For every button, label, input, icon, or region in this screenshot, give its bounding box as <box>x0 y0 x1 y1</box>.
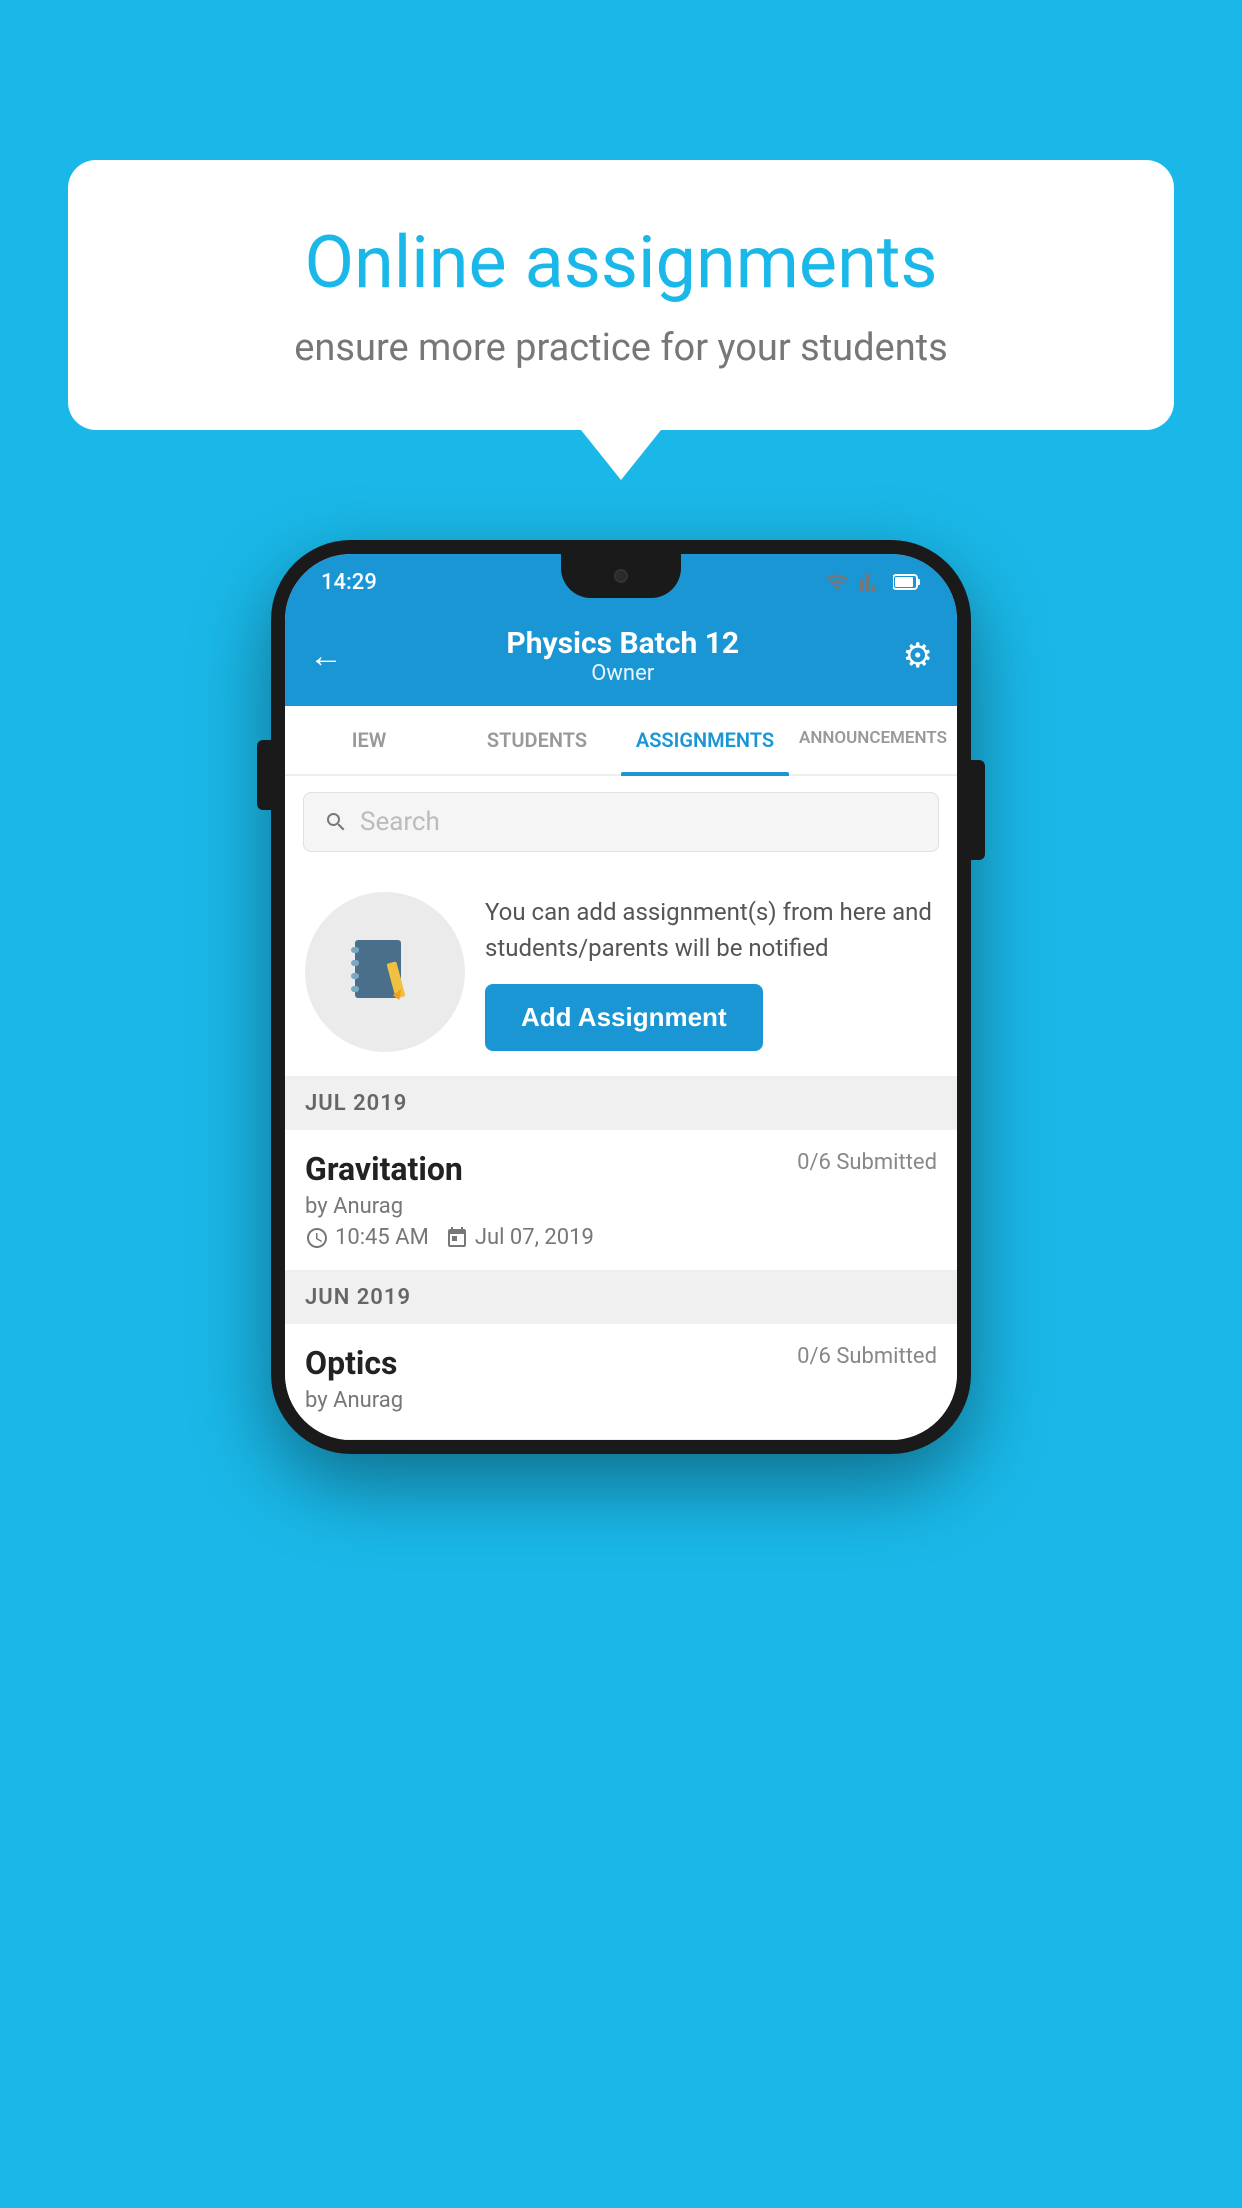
tabs-bar: IEW STUDENTS ASSIGNMENTS ANNOUNCEMENTS <box>285 706 957 776</box>
header-center: Physics Batch 12 Owner <box>506 626 739 686</box>
assignment-time: 10:45 AM <box>335 1225 429 1250</box>
speech-bubble-subtitle: ensure more practice for your students <box>138 326 1104 370</box>
assignment-meta-gravitation: by Anurag <box>305 1194 937 1219</box>
status-icons <box>825 570 921 594</box>
phone-frame: 14:29 <box>271 540 971 1454</box>
info-description: You can add assignment(s) from here and … <box>485 894 937 966</box>
search-icon <box>324 810 348 834</box>
section-header-jul: JUL 2019 <box>285 1077 957 1130</box>
tab-iew[interactable]: IEW <box>285 706 453 774</box>
speech-bubble-arrow <box>581 430 661 480</box>
settings-button[interactable]: ⚙ <box>903 636 933 676</box>
wifi-icon <box>825 570 849 594</box>
assignment-icon-circle <box>305 892 465 1052</box>
assignment-name-gravitation: Gravitation <box>305 1150 463 1188</box>
submitted-badge-optics: 0/6 Submitted <box>797 1344 937 1369</box>
assignment-name-optics: Optics <box>305 1344 397 1382</box>
info-section: You can add assignment(s) from here and … <box>285 868 957 1077</box>
assignment-item-optics[interactable]: Optics 0/6 Submitted by Anurag <box>285 1324 957 1440</box>
assignment-top-row-optics: Optics 0/6 Submitted <box>305 1344 937 1382</box>
back-button[interactable]: ← <box>309 636 343 676</box>
tab-assignments[interactable]: ASSIGNMENTS <box>621 706 789 774</box>
section-header-jun: JUN 2019 <box>285 1271 957 1324</box>
assignment-date: Jul 07, 2019 <box>475 1225 594 1250</box>
add-assignment-button[interactable]: Add Assignment <box>485 984 763 1051</box>
tab-students[interactable]: STUDENTS <box>453 706 621 774</box>
clock-icon <box>305 1226 329 1250</box>
info-right: You can add assignment(s) from here and … <box>485 894 937 1051</box>
battery-icon <box>893 573 921 591</box>
header-subtitle: Owner <box>506 661 739 686</box>
signal-icon <box>859 570 883 594</box>
search-bar[interactable]: Search <box>303 792 939 852</box>
assignment-time-row-gravitation: 10:45 AM Jul 07, 2019 <box>305 1225 937 1250</box>
speech-bubble-title: Online assignments <box>138 220 1104 306</box>
phone-wrapper: 14:29 <box>271 540 971 1454</box>
tab-announcements[interactable]: ANNOUNCEMENTS <box>789 706 957 774</box>
notebook-icon <box>345 932 425 1012</box>
phone-screen: 14:29 <box>285 554 957 1440</box>
assignment-meta-optics: by Anurag <box>305 1388 937 1413</box>
date-item: Jul 07, 2019 <box>445 1225 594 1250</box>
assignment-item-gravitation[interactable]: Gravitation 0/6 Submitted by Anurag 10:4… <box>285 1130 957 1271</box>
app-header: ← Physics Batch 12 Owner ⚙ <box>285 610 957 706</box>
calendar-icon <box>445 1226 469 1250</box>
header-title: Physics Batch 12 <box>506 626 739 661</box>
status-bar: 14:29 <box>285 554 957 610</box>
search-placeholder: Search <box>360 807 440 837</box>
time-item: 10:45 AM <box>305 1225 429 1250</box>
speech-bubble: Online assignments ensure more practice … <box>68 160 1174 430</box>
speech-bubble-wrapper: Online assignments ensure more practice … <box>68 160 1174 480</box>
assignment-top-row: Gravitation 0/6 Submitted <box>305 1150 937 1188</box>
status-time: 14:29 <box>321 570 377 595</box>
notch <box>561 554 681 598</box>
camera-dot <box>614 569 628 583</box>
submitted-badge-gravitation: 0/6 Submitted <box>797 1150 937 1175</box>
search-container: Search <box>285 776 957 868</box>
